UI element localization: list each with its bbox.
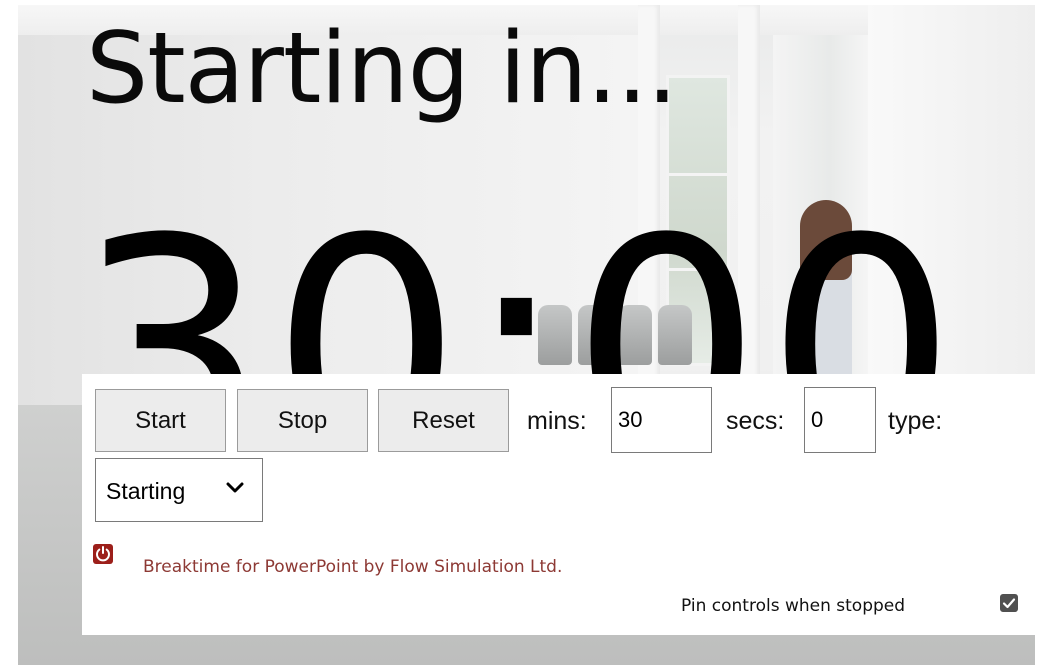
power-icon [93, 544, 113, 564]
mins-input[interactable] [611, 387, 712, 453]
control-panel: Start Stop Reset mins: secs: type: Start… [82, 374, 1035, 635]
pin-controls-label: Pin controls when stopped [681, 596, 906, 616]
reset-button[interactable]: Reset [378, 389, 509, 452]
type-label: type: [888, 407, 943, 435]
checkmark-icon [1002, 598, 1016, 609]
secs-input[interactable] [804, 387, 876, 453]
type-select[interactable]: Starting [95, 458, 263, 522]
overlay-title: Starting in... [86, 12, 678, 126]
pin-controls-checkbox[interactable] [1000, 594, 1018, 612]
credit-link[interactable]: Breaktime for PowerPoint by Flow Simulat… [143, 557, 562, 577]
chevron-down-icon [226, 482, 244, 493]
type-select-value: Starting [106, 478, 186, 504]
secs-label: secs: [726, 407, 785, 435]
stop-button[interactable]: Stop [237, 389, 368, 452]
start-button[interactable]: Start [95, 389, 226, 452]
mins-label: mins: [527, 407, 587, 435]
